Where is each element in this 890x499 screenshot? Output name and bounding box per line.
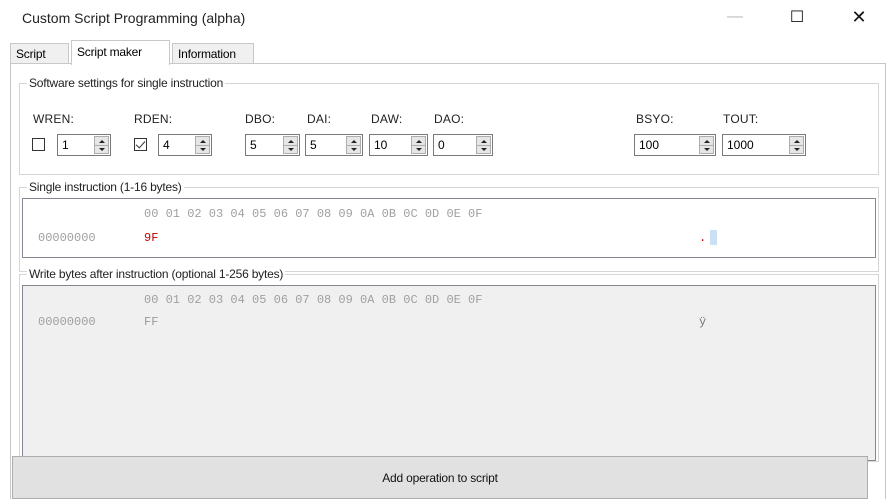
spin-arrows-icon[interactable]: [346, 136, 361, 154]
daw-spinbox[interactable]: 10: [369, 134, 428, 156]
wren-value: 1: [62, 138, 69, 152]
spin-arrows-icon[interactable]: [699, 136, 714, 154]
hex-column-header: 00 01 02 03 04 05 06 07 08 09 0A 0B 0C 0…: [144, 207, 483, 221]
tab-script[interactable]: Script: [10, 43, 69, 64]
rden-label: RDEN:: [134, 112, 173, 126]
title-bar: Custom Script Programming (alpha) — ☐ ✕: [0, 0, 890, 38]
hex-column-header: 00 01 02 03 04 05 06 07 08 09 0A 0B 0C 0…: [144, 293, 483, 307]
tab-strip: Script Script maker Information: [0, 40, 890, 65]
spin-arrows-icon[interactable]: [195, 136, 210, 154]
spin-arrows-icon[interactable]: [283, 136, 298, 154]
dai-label: DAI:: [307, 112, 332, 126]
bsyo-label: BSYO:: [636, 112, 674, 126]
wren-label: WREN:: [33, 112, 74, 126]
software-settings-group: Software settings for single instruction…: [19, 76, 879, 175]
rden-value: 4: [163, 138, 170, 152]
wren-checkbox[interactable]: [32, 138, 45, 151]
minimize-button[interactable]: —: [712, 0, 758, 34]
tout-spinbox[interactable]: 1000: [722, 134, 806, 156]
maximize-icon: ☐: [789, 9, 805, 26]
hex-ascii: .: [699, 231, 707, 245]
dbo-value: 5: [250, 138, 257, 152]
wren-spinbox[interactable]: 1: [57, 134, 111, 156]
hex-byte[interactable]: FF: [144, 315, 158, 329]
rden-checkbox[interactable]: [134, 138, 147, 151]
single-instruction-title: Single instruction (1-16 bytes): [27, 180, 184, 194]
spin-arrows-icon[interactable]: [789, 136, 804, 154]
add-operation-button[interactable]: Add operation to script: [12, 456, 868, 499]
hex-offset: 00000000: [38, 315, 96, 329]
dao-value: 0: [438, 138, 445, 152]
dbo-spinbox[interactable]: 5: [245, 134, 300, 156]
tab-information[interactable]: Information: [172, 43, 254, 64]
spin-arrows-icon[interactable]: [94, 136, 109, 154]
script-maker-panel: Software settings for single instruction…: [10, 63, 886, 499]
software-settings-title: Software settings for single instruction: [27, 76, 226, 90]
bsyo-spinbox[interactable]: 100: [634, 134, 716, 156]
tab-script-maker[interactable]: Script maker: [71, 40, 170, 65]
spin-arrows-icon[interactable]: [411, 136, 426, 154]
write-bytes-title: Write bytes after instruction (optional …: [27, 267, 286, 281]
dai-value: 5: [310, 138, 317, 152]
close-button[interactable]: ✕: [836, 0, 882, 34]
rden-spinbox[interactable]: 4: [158, 134, 212, 156]
window-title: Custom Script Programming (alpha): [22, 10, 246, 26]
dai-spinbox[interactable]: 5: [305, 134, 363, 156]
close-icon: ✕: [851, 6, 867, 27]
spin-arrows-icon[interactable]: [476, 136, 491, 154]
hex-offset: 00000000: [38, 231, 96, 245]
hex-caret: [710, 230, 717, 245]
single-instruction-group: Single instruction (1-16 bytes) 00 01 02…: [19, 180, 879, 272]
hex-byte[interactable]: 9F: [144, 231, 158, 245]
write-bytes-group: Write bytes after instruction (optional …: [19, 267, 879, 462]
maximize-button[interactable]: ☐: [774, 0, 820, 34]
bsyo-value: 100: [639, 138, 660, 152]
single-instruction-hex-editor[interactable]: 00 01 02 03 04 05 06 07 08 09 0A 0B 0C 0…: [22, 198, 876, 258]
dao-spinbox[interactable]: 0: [433, 134, 493, 156]
daw-value: 10: [374, 138, 388, 152]
minimize-icon: —: [727, 8, 743, 25]
dbo-label: DBO:: [245, 112, 276, 126]
write-bytes-hex-editor[interactable]: 00 01 02 03 04 05 06 07 08 09 0A 0B 0C 0…: [22, 285, 876, 461]
daw-label: DAW:: [371, 112, 403, 126]
hex-ascii: ÿ: [699, 315, 707, 329]
dao-label: DAO:: [434, 112, 465, 126]
tout-label: TOUT:: [723, 112, 759, 126]
tout-value: 1000: [727, 138, 754, 152]
